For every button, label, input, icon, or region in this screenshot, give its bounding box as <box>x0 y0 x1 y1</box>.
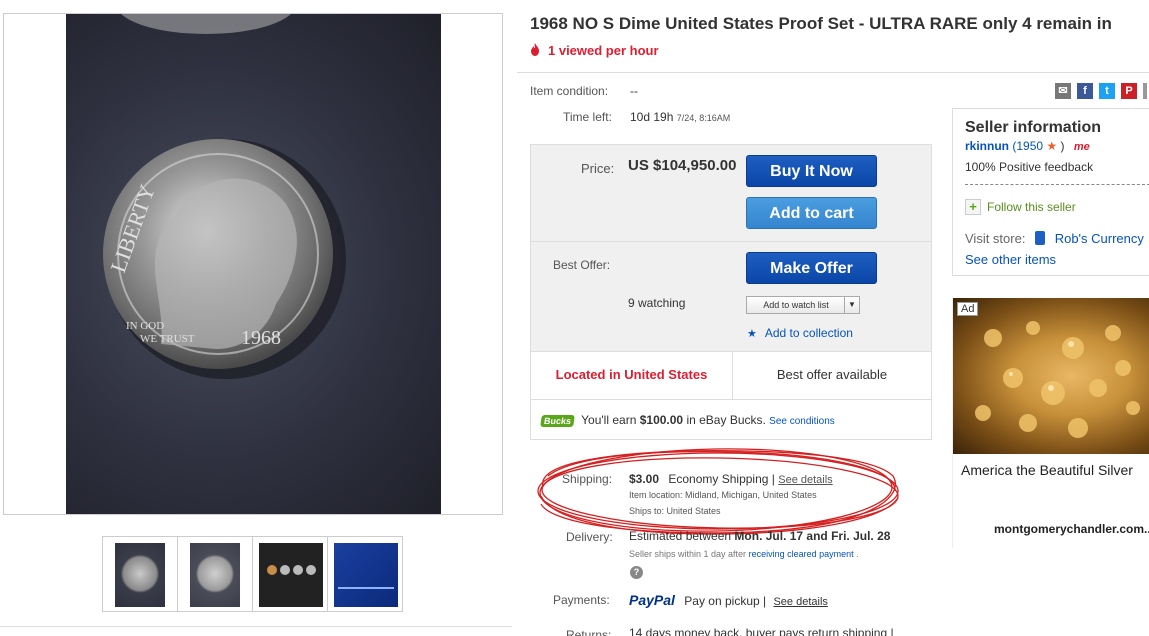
best-offer-label: Best Offer: <box>553 258 611 272</box>
pinterest-icon[interactable]: P <box>1121 83 1137 99</box>
star-icon: ★ <box>747 328 757 340</box>
svg-text:WE TRUST: WE TRUST <box>140 333 195 345</box>
pay-on-pickup: Pay on pickup | <box>684 594 767 608</box>
positive-feedback: 100% Positive feedback <box>965 160 1094 174</box>
bucks-badge-icon: Bucks <box>540 415 575 427</box>
ad-title[interactable]: America the Beautiful Silver <box>961 462 1133 478</box>
gold-nuggets-image[interactable]: Ad <box>953 298 1149 454</box>
chevron-down-icon[interactable]: ▼ <box>844 297 859 313</box>
add-to-cart-button[interactable]: Add to cart <box>746 197 877 229</box>
returns-text: 14 days money back, buyer pays return sh… <box>629 626 894 636</box>
best-offer-section: Best Offer: Make Offer 9 watching Add to… <box>531 241 931 351</box>
more-share-icon[interactable] <box>1143 83 1147 99</box>
seller-score[interactable]: (1950 <box>1012 139 1043 153</box>
facebook-icon[interactable]: f <box>1077 83 1093 99</box>
coin-photo[interactable]: LIBERTY IN GOD WE TRUST 1968 <box>66 14 441 514</box>
item-title: 1968 NO S Dime United States Proof Set -… <box>530 14 1112 33</box>
delivery-note-pre: Seller ships within 1 day after <box>629 549 747 559</box>
email-share-icon[interactable]: ✉ <box>1055 83 1071 99</box>
price-label: Price: <box>581 161 615 176</box>
viewed-text: 1 viewed per hour <box>548 43 659 58</box>
delivery-estimated: Estimated between <box>629 529 732 543</box>
svg-text:IN GOD: IN GOD <box>126 320 164 332</box>
divider <box>0 626 512 627</box>
bucks-amount: $100.00 <box>639 413 684 427</box>
bucks-pre: You'll earn <box>581 413 637 427</box>
add-collection-link[interactable]: Add to collection <box>765 326 853 340</box>
make-offer-button[interactable]: Make Offer <box>746 252 877 284</box>
condition-value: -- <box>630 84 638 98</box>
returns-label: Returns: <box>566 628 612 636</box>
viewed-indicator: 1 viewed per hour <box>530 43 659 58</box>
bucks-row: Bucks You'll earn $100.00 in eBay Bucks.… <box>540 413 835 427</box>
seller-heading: Seller information <box>965 119 1102 136</box>
location-section: Located in United States Best offer avai… <box>531 351 931 400</box>
thumbnail-strip <box>102 536 403 612</box>
delivery-note-post: . <box>856 549 859 559</box>
payments-label: Payments: <box>553 593 610 607</box>
star-icon: ★ <box>1046 139 1058 153</box>
follow-seller-link[interactable]: Follow this seller <box>987 200 1076 214</box>
watch-list-dropdown[interactable]: Add to watch list ▼ <box>746 296 860 314</box>
time-left-duration: 10d 19h <box>630 110 674 124</box>
buy-box: Price: US $104,950.00 Buy It Now Add to … <box>530 144 932 440</box>
main-image-frame[interactable]: LIBERTY IN GOD WE TRUST 1968 <box>3 13 503 515</box>
me-badge-icon[interactable]: me <box>1074 141 1090 153</box>
payments-line: PayPal Pay on pickup | See details <box>629 592 828 608</box>
ad-domain[interactable]: montgomerychandler.com... <box>994 522 1149 536</box>
seller-info-panel: Seller information rkinnun (1950 ★ ) me … <box>952 108 1149 276</box>
price-value: US $104,950.00 <box>628 157 737 174</box>
bucks-post: in eBay Bucks. <box>686 413 766 427</box>
thumbnail-3[interactable] <box>252 536 328 612</box>
share-icons: ✉ f t P <box>1055 83 1147 99</box>
condition-label: Item condition: <box>530 84 609 98</box>
add-collection[interactable]: ★ Add to collection <box>747 326 853 340</box>
delivery-note: Seller ships within 1 day after receivin… <box>629 549 859 559</box>
twitter-icon[interactable]: t <box>1099 83 1115 99</box>
cleared-payment-link[interactable]: receiving cleared payment <box>749 549 854 559</box>
visit-store-label: Visit store: <box>965 231 1026 246</box>
seller-name-row: rkinnun (1950 ★ ) me <box>965 139 1090 153</box>
store-icon <box>1035 231 1046 245</box>
time-left-label: Time left: <box>563 110 612 124</box>
see-conditions-link[interactable]: See conditions <box>769 416 835 427</box>
delivery-dates: Mon. Jul. 17 and Fri. Jul. 28 <box>734 529 891 543</box>
located-text: Located in United States <box>555 367 708 382</box>
thumbnail-2[interactable] <box>177 536 253 612</box>
watching-count: 9 watching <box>628 296 686 310</box>
ad-tag: Ad <box>957 302 979 316</box>
visit-store-row: Visit store: Rob's Currency <box>965 231 1144 246</box>
payments-details-link[interactable]: See details <box>773 596 827 608</box>
buy-it-now-button[interactable]: Buy It Now <box>746 155 877 187</box>
divider <box>517 72 1149 73</box>
delivery-line: Estimated between Mon. Jul. 17 and Fri. … <box>629 529 890 543</box>
delivery-label: Delivery: <box>566 530 613 544</box>
seller-name-link[interactable]: rkinnun <box>965 139 1009 153</box>
thumbnail-1[interactable] <box>102 536 178 612</box>
plus-icon[interactable]: + <box>965 199 981 215</box>
see-other-items-link[interactable]: See other items <box>965 252 1056 267</box>
red-scribble-annotation <box>537 448 899 535</box>
help-icon[interactable]: ? <box>630 566 643 579</box>
advertisement[interactable]: Ad America the Beautiful Silver montgome… <box>952 298 1149 548</box>
seller-score-close: ) <box>1060 139 1065 153</box>
follow-seller[interactable]: + Follow this seller <box>965 199 1076 215</box>
divider <box>965 184 1149 185</box>
store-name-link[interactable]: Rob's Currency <box>1055 231 1144 246</box>
time-left-end: 7/24, 8:16AM <box>676 113 731 123</box>
watch-list-label: Add to watch list <box>763 300 829 310</box>
bucks-section: Bucks You'll earn $100.00 in eBay Bucks.… <box>531 399 931 439</box>
flame-icon <box>531 43 539 56</box>
best-offer-available: Best offer available <box>776 367 888 382</box>
svg-text:1968: 1968 <box>241 327 281 349</box>
time-left-value: 10d 19h 7/24, 8:16AM <box>630 110 730 124</box>
thumbnail-4[interactable] <box>327 536 403 612</box>
paypal-logo-icon: PayPal <box>629 592 675 608</box>
